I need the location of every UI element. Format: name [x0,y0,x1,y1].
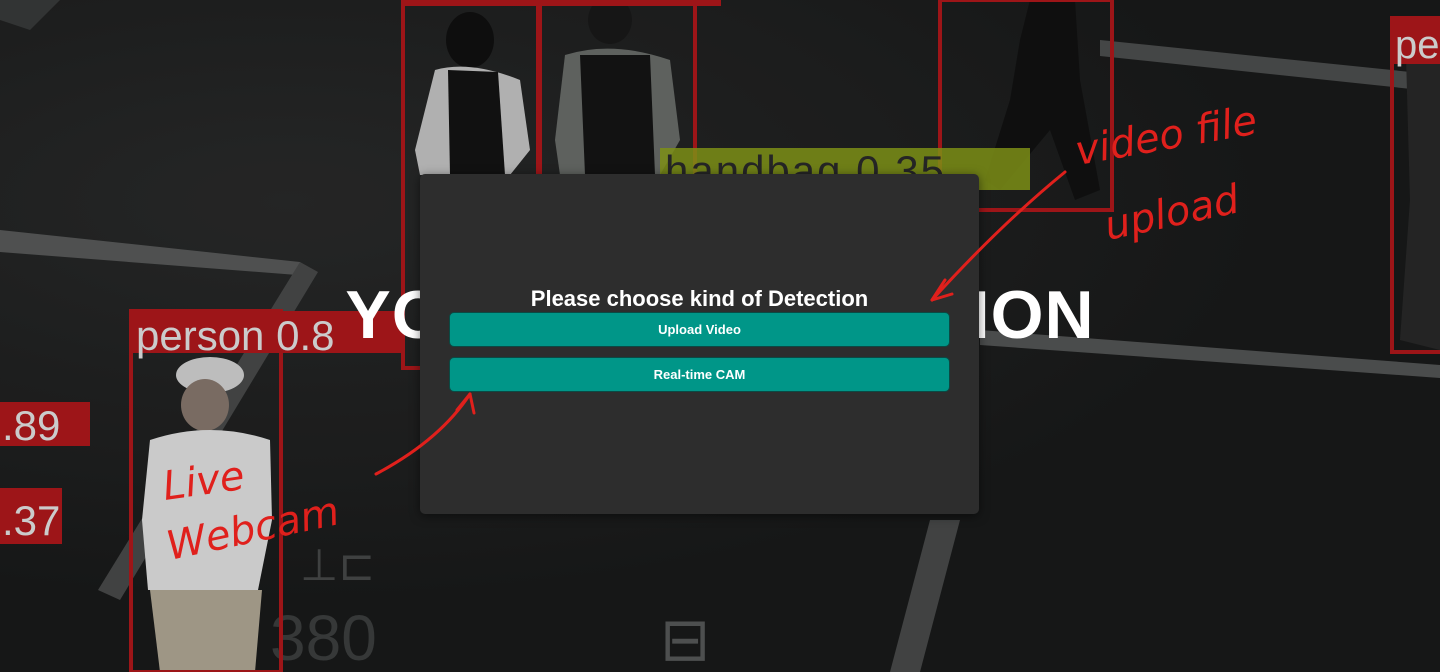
detection-choice-modal: Please choose kind of Detection Upload V… [420,174,979,514]
realtime-cam-button[interactable]: Real-time CAM [449,357,950,392]
upload-video-button[interactable]: Upload Video [449,312,950,347]
page: ⊟ ⊥⊏ 380 handbag 0.35 person 0.8 .89 .37… [0,0,1440,672]
modal-title: Please choose kind of Detection [530,286,869,311]
